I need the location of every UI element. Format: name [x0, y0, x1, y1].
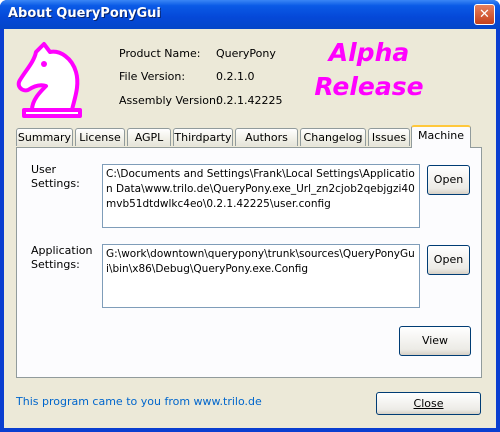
close-icon: ✕	[479, 7, 490, 22]
tab-summary[interactable]: Summary	[16, 128, 73, 146]
machine-tab-panel: User Settings: C:\Documents and Settings…	[16, 147, 482, 378]
tab-license[interactable]: License	[75, 128, 125, 146]
product-name-label: Product Name:	[119, 47, 201, 60]
knight-chess-piece-icon	[16, 42, 82, 118]
about-dialog: About QueryPonyGui ✕ Product Name: Query…	[0, 0, 500, 432]
open-user-settings-button[interactable]: Open	[427, 165, 470, 195]
view-button[interactable]: View	[399, 326, 471, 356]
open-application-settings-button[interactable]: Open	[427, 245, 470, 275]
application-settings-path-field[interactable]: G:\work\downtown\querypony\trunk\sources…	[102, 244, 420, 308]
user-settings-label: User Settings:	[31, 163, 80, 190]
alpha-badge-line1: Alpha	[328, 38, 410, 67]
file-version-label: File Version:	[119, 70, 186, 83]
title-bar[interactable]: About QueryPonyGui ✕	[0, 0, 500, 29]
assembly-version-value: 0.2.1.42225	[216, 94, 283, 107]
assembly-version-label: Assembly Version:	[119, 94, 220, 107]
tab-authors[interactable]: Authors	[235, 128, 298, 146]
file-version-value: 0.2.1.0	[216, 70, 255, 83]
user-settings-path-field[interactable]: C:\Documents and Settings\Frank\Local Se…	[102, 164, 420, 228]
trilo-website-link[interactable]: This program came to you from www.trilo.…	[16, 395, 262, 408]
alpha-release-badge: Alpha Release	[294, 36, 444, 104]
tab-thirdparty[interactable]: Thirdparty	[173, 128, 233, 146]
dialog-body: Product Name: QueryPony File Version: 0.…	[4, 29, 496, 428]
window-close-button[interactable]: ✕	[474, 4, 495, 25]
window-title: About QueryPonyGui	[8, 6, 161, 21]
tab-agpl[interactable]: AGPL	[127, 128, 171, 146]
tab-machine[interactable]: Machine	[411, 125, 471, 148]
application-settings-label: Application Settings:	[31, 244, 93, 271]
product-name-value: QueryPony	[216, 47, 276, 60]
close-button[interactable]: Close	[376, 392, 481, 415]
tab-issues[interactable]: Issues	[368, 128, 410, 146]
tab-changelog[interactable]: Changelog	[300, 128, 366, 146]
alpha-badge-line2: Release	[314, 72, 424, 101]
